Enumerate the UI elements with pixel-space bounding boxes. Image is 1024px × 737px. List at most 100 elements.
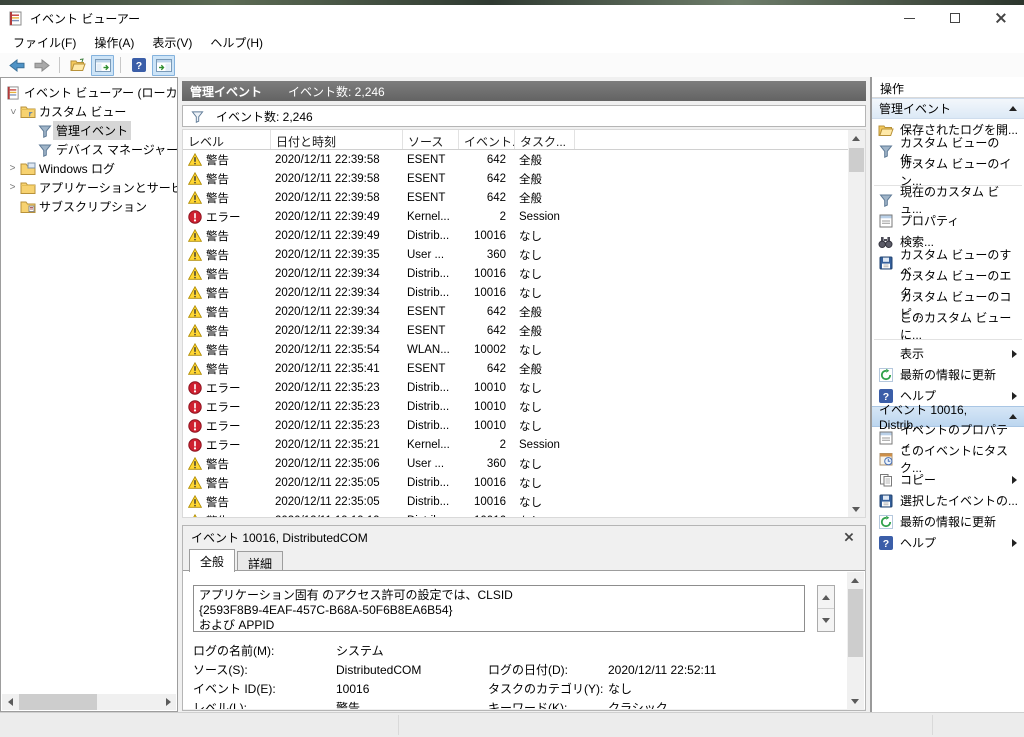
scrollbar-thumb[interactable] [848, 589, 863, 657]
event-row[interactable]: 警告 2020/12/11 19:19:19Distrib...10016なし [183, 511, 865, 517]
event-list-scrollbar[interactable] [848, 130, 865, 517]
tree-expander-icon[interactable]: > [7, 104, 18, 119]
event-row[interactable]: 警告 2020/12/11 22:39:35 User ... 360 なし [183, 245, 865, 264]
scroll-up-button[interactable] [847, 572, 863, 588]
datetime-cell: 2020/12/11 22:35:05 [275, 476, 380, 489]
source-cell: Distrib... [407, 495, 450, 508]
event-row[interactable]: 警告 2020/12/11 22:39:49 Distrib... 10016 なし [183, 226, 865, 245]
forward-button[interactable] [30, 55, 53, 76]
background-divider [398, 715, 399, 735]
background-divider [932, 715, 933, 735]
event-row[interactable]: 警告 2020/12/11 22:39:58 ESENT 642 全般 [183, 188, 865, 207]
action-item[interactable]: ? ヘルプ [872, 532, 1024, 553]
event-row[interactable]: 警告 2020/12/11 22:39:58 ESENT 642 全般 [183, 169, 865, 188]
action-item[interactable]: このカスタム ビューに... [872, 311, 1024, 342]
open-saved-log-button[interactable] [66, 55, 89, 76]
scroll-right-button[interactable] [160, 694, 176, 710]
scroll-down-button[interactable] [847, 693, 863, 709]
menu-item-0[interactable]: ファイル(F) [4, 32, 85, 53]
tree-item-2[interactable]: 管理イベント [1, 121, 177, 140]
back-button[interactable] [5, 55, 28, 76]
event-row[interactable]: エラー 2020/12/11 22:35:23 Distrib... 10010 なし [183, 378, 865, 397]
tab-general[interactable]: 全般 [189, 549, 236, 572]
services-log-icon [20, 181, 36, 194]
windows-log-icon [20, 162, 36, 175]
minimize-button[interactable] [886, 5, 932, 31]
view-event-count: イベント数: 2,246 [288, 84, 385, 99]
event-row[interactable]: 警告 2020/12/11 22:39:34 ESENT 642 全般 [183, 321, 865, 340]
tree-item-6[interactable]: サブスクリプション [1, 197, 177, 216]
column-header-3[interactable]: イベント... [459, 130, 515, 149]
event-row[interactable]: 警告 2020/12/11 22:35:41 ESENT 642 全般 [183, 359, 865, 378]
datetime-cell: 2020/12/11 22:35:23 [275, 419, 380, 432]
level-cell: 警告 [183, 266, 271, 282]
close-button[interactable] [978, 5, 1024, 31]
tree-item-label: デバイス マネージャー - NV [56, 143, 178, 157]
menu-item-3[interactable]: ヘルプ(H) [201, 32, 272, 53]
column-header-0[interactable]: レベル [183, 130, 271, 149]
scroll-up-button[interactable] [848, 130, 864, 146]
action-item[interactable]: 最新の情報に更新 [872, 364, 1024, 385]
tree-expander-icon[interactable]: > [5, 182, 20, 193]
help-button[interactable]: ? [127, 55, 150, 76]
action-item[interactable]: このイベントにタスク... [872, 444, 1024, 475]
event-id-cell: 10016 [474, 476, 506, 489]
event-row[interactable]: 警告 2020/12/11 22:39:34 Distrib... 10016 なし [183, 264, 865, 283]
event-row[interactable]: 警告 2020/12/11 22:39:34 Distrib... 10016 なし [183, 283, 865, 302]
action-pane-button[interactable] [152, 54, 175, 76]
column-header-4[interactable]: タスク... [515, 130, 575, 149]
event-row[interactable]: 警告 2020/12/11 22:35:54 WLAN... 10002 なし [183, 340, 865, 359]
event-row[interactable]: 警告 2020/12/11 22:35:06 User ... 360 なし [183, 454, 865, 473]
error-icon [188, 399, 202, 414]
tree-item-label: イベント ビューアー (ローカル) [24, 86, 178, 100]
maximize-button[interactable] [932, 5, 978, 31]
warning-icon [188, 457, 202, 470]
tree-horizontal-scrollbar[interactable] [2, 694, 176, 710]
action-item[interactable]: カスタム ビューのイン... [872, 157, 1024, 188]
event-row[interactable]: エラー 2020/12/11 22:35:23 Distrib... 10010 なし [183, 397, 865, 416]
console-tree-button[interactable] [91, 54, 114, 76]
menu-item-1[interactable]: 操作(A) [85, 32, 143, 53]
tree-item-1[interactable]: > カスタム ビュー [1, 102, 177, 121]
menu-item-2[interactable]: 表示(V) [143, 32, 201, 53]
event-description-box[interactable]: アプリケーション固有 のアクセス許可の設定では、CLSID {2593F8B9-4… [193, 585, 805, 632]
tab-details[interactable]: 詳細 [237, 551, 284, 571]
field-value: 2020/12/11 22:52:11 [608, 662, 717, 677]
action-section-header-0[interactable]: 管理イベント [872, 98, 1024, 119]
action-item[interactable]: 選択したイベントの... [872, 490, 1024, 511]
event-row[interactable]: エラー 2020/12/11 22:35:21 Kernel... 2 Session [183, 435, 865, 454]
scroll-up-button[interactable] [818, 586, 834, 609]
action-item[interactable]: 現在のカスタム ビュ... [872, 185, 1024, 216]
column-header-1[interactable]: 日付と時刻 [271, 130, 403, 149]
action-item[interactable]: 表示 [872, 343, 1024, 364]
tree-item-4[interactable]: > Windows ログ [1, 159, 177, 178]
level-label: 警告 [206, 268, 229, 281]
event-row[interactable]: 警告 2020/12/11 22:39:34 ESENT 642 全般 [183, 302, 865, 321]
warning-icon [188, 305, 202, 318]
source-cell: ESENT [407, 324, 446, 337]
tree-expander-icon[interactable]: > [5, 163, 20, 174]
tree-item-3[interactable]: デバイス マネージャー - NV [1, 140, 177, 159]
event-field-row: ログの名前(M): システム [193, 641, 839, 660]
tree-item-5[interactable]: > アプリケーションとサービス ログ [1, 178, 177, 197]
event-row[interactable]: 警告 2020/12/11 22:35:05 Distrib... 10016 なし [183, 473, 865, 492]
scrollbar-thumb[interactable] [19, 694, 97, 710]
event-row[interactable]: エラー 2020/12/11 22:39:49 Kernel... 2 Session [183, 207, 865, 226]
event-row[interactable]: 警告 2020/12/11 22:39:58 ESENT 642 全般 [183, 150, 865, 169]
column-header-2[interactable]: ソース [403, 130, 459, 149]
action-item[interactable]: 最新の情報に更新 [872, 511, 1024, 532]
preview-scrollbar[interactable] [847, 572, 864, 709]
source-cell: ESENT [407, 172, 446, 185]
event-row[interactable]: 警告 2020/12/11 22:35:05 Distrib... 10016 なし [183, 492, 865, 511]
scroll-down-button[interactable] [818, 609, 834, 631]
tree-item-0[interactable]: イベント ビューアー (ローカル) [1, 83, 177, 102]
filter-icon [877, 193, 894, 207]
preview-close-button[interactable] [841, 529, 857, 545]
save-icon [877, 256, 894, 270]
scroll-left-button[interactable] [2, 694, 18, 710]
task-category-cell: Session [519, 438, 560, 451]
event-row[interactable]: エラー 2020/12/11 22:35:23 Distrib... 10010 なし [183, 416, 865, 435]
action-item-label: 最新の情報に更新 [900, 515, 997, 529]
scrollbar-thumb[interactable] [849, 148, 864, 172]
scroll-down-button[interactable] [848, 501, 864, 517]
